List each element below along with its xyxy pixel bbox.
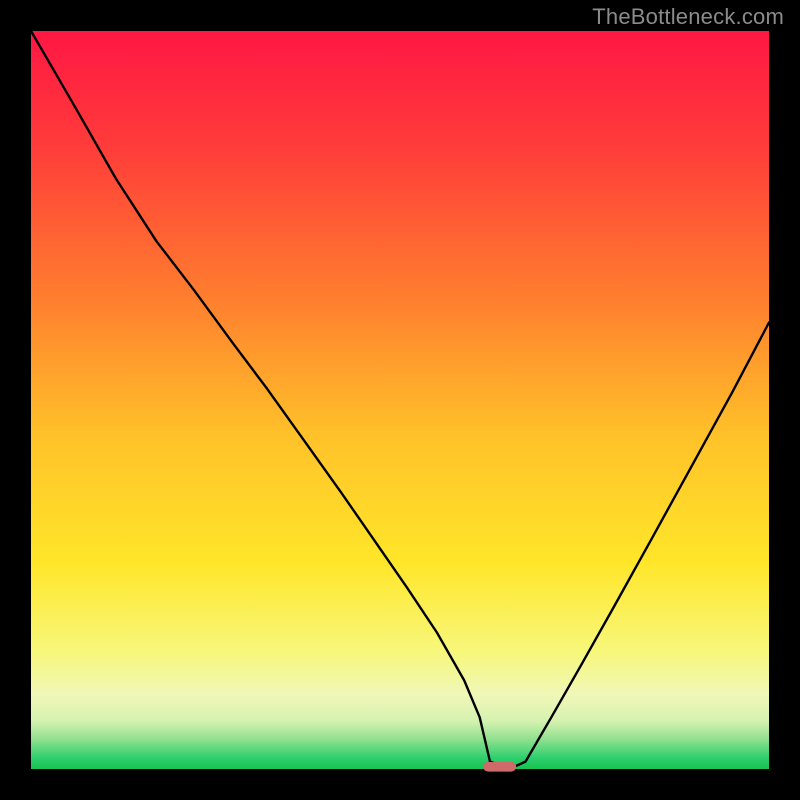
chart-container: { "watermark": "TheBottleneck.com", "cha… <box>0 0 800 800</box>
watermark-text: TheBottleneck.com <box>592 4 784 30</box>
bottleneck-chart <box>0 0 800 800</box>
plot-background-gradient <box>31 31 769 769</box>
trough-marker <box>483 762 516 772</box>
